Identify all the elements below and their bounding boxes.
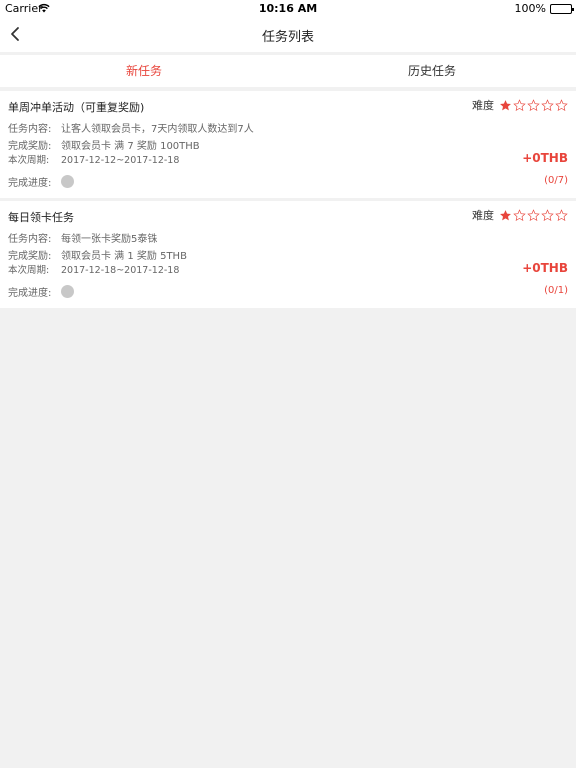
reward-value: 领取会员卡 满 1 奖励 5THB xyxy=(61,251,187,262)
status-bar: Carrier 10:16 AM 100% xyxy=(0,0,576,18)
task-reward-row: 完成奖励: 领取会员卡 满 7 奖励 100THB xyxy=(8,137,200,152)
earned-amount: +0THB xyxy=(522,151,568,165)
difficulty-label: 难度 xyxy=(472,99,494,112)
progress-indicator xyxy=(61,175,74,188)
status-time: 10:16 AM xyxy=(258,2,318,15)
page-title: 任务列表 xyxy=(261,30,314,45)
reward-value: 领取会员卡 满 7 奖励 100THB xyxy=(61,141,200,152)
content-label: 任务内容: xyxy=(8,124,52,135)
tab-bar: 新任务 历史任务 xyxy=(0,55,576,87)
reward-label: 完成奖励: xyxy=(8,141,52,152)
content-value: 让客人领取会员卡，7天内领取人数达到7人 xyxy=(61,124,254,135)
nav-bar: 任务列表 xyxy=(0,18,576,52)
reward-label: 完成奖励: xyxy=(8,251,52,262)
star-empty-icon xyxy=(513,208,526,221)
task-period-row: 本次周期: 2017-12-12~2017-12-18 xyxy=(8,152,179,166)
task-progress-row: 完成进度: xyxy=(8,284,74,299)
task-card[interactable]: 每日领卡任务 难度 任务内容: 每领一张卡奖励5泰铢 完成奖励: 领取会员卡 满 1… xyxy=(0,201,576,308)
task-content-row: 任务内容: 让客人领取会员卡，7天内领取人数达到7人 xyxy=(8,120,254,135)
star-filled-icon xyxy=(500,99,511,110)
star-empty-icon xyxy=(527,98,540,111)
period-label: 本次周期: xyxy=(8,155,50,166)
progress-count: (0/1) xyxy=(544,285,568,296)
progress-count: (0/7) xyxy=(544,175,568,186)
content-value: 每领一张卡奖励5泰铢 xyxy=(61,234,158,245)
difficulty-rating: 难度 xyxy=(472,97,568,113)
period-label: 本次周期: xyxy=(8,265,50,276)
progress-label: 完成进度: xyxy=(8,178,52,189)
task-content-row: 任务内容: 每领一张卡奖励5泰铢 xyxy=(8,230,157,245)
tab-history-tasks[interactable]: 历史任务 xyxy=(288,55,576,87)
difficulty-label: 难度 xyxy=(472,209,494,222)
star-empty-icon xyxy=(555,208,568,221)
content-label: 任务内容: xyxy=(8,234,52,245)
star-empty-icon xyxy=(513,98,526,111)
task-title: 单周冲单活动（可重复奖励) xyxy=(8,101,145,114)
task-title: 每日领卡任务 xyxy=(8,211,74,224)
period-value: 2017-12-12~2017-12-18 xyxy=(61,155,180,166)
task-card[interactable]: 单周冲单活动（可重复奖励) 难度 任务内容: 让客人领取会员卡，7天内领取人数达到… xyxy=(0,91,576,198)
task-reward-row: 完成奖励: 领取会员卡 满 1 奖励 5THB xyxy=(8,247,187,262)
earned-amount: +0THB xyxy=(522,261,568,275)
star-filled-icon xyxy=(500,209,511,220)
star-empty-icon xyxy=(555,98,568,111)
tab-new-tasks[interactable]: 新任务 xyxy=(0,55,288,87)
star-empty-icon xyxy=(541,208,554,221)
progress-indicator xyxy=(61,285,74,298)
star-empty-icon xyxy=(541,98,554,111)
battery-icon xyxy=(550,4,574,14)
progress-label: 完成进度: xyxy=(8,288,52,299)
battery-percent: 100% xyxy=(514,2,546,15)
task-progress-row: 完成进度: xyxy=(8,174,74,189)
difficulty-rating: 难度 xyxy=(472,207,568,223)
task-period-row: 本次周期: 2017-12-18~2017-12-18 xyxy=(8,262,179,276)
star-empty-icon xyxy=(527,208,540,221)
period-value: 2017-12-18~2017-12-18 xyxy=(61,265,180,276)
